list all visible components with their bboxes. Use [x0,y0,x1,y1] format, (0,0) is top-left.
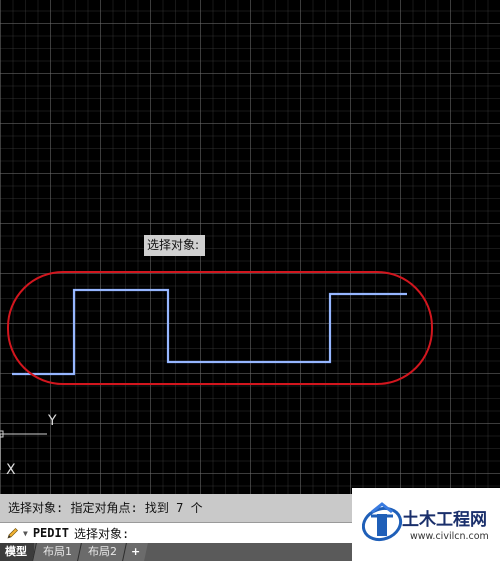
add-layout-label: + [131,545,141,558]
ucs-x-axis-label: X [6,462,16,478]
selected-polyline[interactable] [12,288,407,376]
tab-model-label: 模型 [5,545,27,558]
selection-tooltip: 选择对象: [144,235,206,256]
watermark-url: www.civilcn.com [410,531,489,542]
command-prompt: 选择对象: [73,526,130,541]
tab-layout2[interactable]: 布局2 [77,543,126,561]
chevron-down-icon[interactable]: ▼ [23,529,28,538]
tab-layout1[interactable]: 布局1 [32,543,81,561]
command-history-line: 选择对象: 指定对角点: 找到 7 个 [0,494,352,522]
watermark-logo: 土木工程网 www.civilcn.com [352,488,500,561]
command-name: PEDIT [32,526,69,540]
layout-tab-bar: 模型 布局1 布局2 + [0,543,352,561]
drawing-canvas[interactable]: 选择对象: Y X [0,0,500,494]
highlight-ellipse [7,271,433,385]
tab-model[interactable]: 模型 [0,543,34,561]
watermark-emblem-icon [362,502,403,542]
tab-layout1-label: 布局1 [43,545,72,558]
watermark-title: 土木工程网 [402,510,487,530]
cad-window: 选择对象: Y X 选择对象: 指定对角点: 找到 7 个 ▼ PEDIT 选择… [0,0,500,561]
command-input[interactable]: ▼ PEDIT 选择对象: [0,522,352,543]
ucs-y-axis-label: Y [48,413,57,429]
add-layout-button[interactable]: + [122,543,149,561]
pencil-icon [7,527,19,539]
drawing-svg [0,271,433,470]
tab-layout2-label: 布局2 [88,545,117,558]
